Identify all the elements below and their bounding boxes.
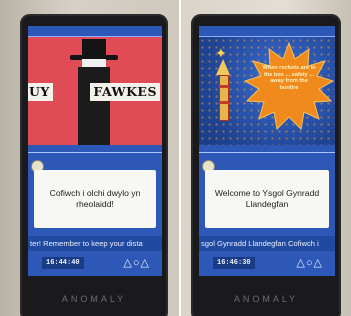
message-box: Cofiwch i olchi dwylo yn rheolaidd! — [34, 170, 156, 228]
status-bar: 16:44:40 △○△ — [28, 253, 162, 273]
burst-text: When rockets are in the box ... safety .… — [262, 65, 316, 91]
kiosk-frame: UY FAWKES Cofiwch i olchi dwylo yn rheol… — [20, 14, 168, 316]
rocket-stripe — [219, 101, 229, 104]
screen-top-band — [199, 26, 335, 37]
photo-right: ✦ When rockets are in the box ... safety… — [181, 0, 351, 316]
screen-top-band — [28, 26, 162, 37]
clock: 16:46:30 — [213, 257, 255, 269]
message-zone: Cofiwch i olchi dwylo yn rheolaidd! — [28, 146, 162, 234]
rocket-stripe — [219, 85, 229, 88]
news-ticker: ter! Remember to keep your dista — [28, 236, 162, 251]
kiosk-frame: ✦ When rockets are in the box ... safety… — [191, 14, 341, 316]
starburst-icon: When rockets are in the box ... safety .… — [243, 41, 335, 133]
clock: 16:44:40 — [42, 257, 84, 269]
banner-right-text: FAWKES — [90, 83, 160, 101]
control-shapes-icon[interactable]: △○△ — [296, 256, 323, 270]
divider-line — [28, 152, 162, 153]
cloak — [78, 67, 110, 145]
kiosk-screen: ✦ When rockets are in the box ... safety… — [199, 26, 335, 276]
news-ticker: sgol Gynradd Llandegfan Cofiwch i — [199, 236, 335, 251]
message-text: Cofiwch i olchi dwylo yn rheolaidd! — [49, 188, 141, 209]
kiosk-screen: UY FAWKES Cofiwch i olchi dwylo yn rheol… — [28, 26, 162, 276]
brand-label: ANOMALY — [233, 294, 299, 304]
rocket-nose — [216, 59, 230, 75]
rocket-icon — [219, 75, 229, 121]
guy-fawkes-banner: UY FAWKES — [28, 83, 160, 101]
photo-left: UY FAWKES Cofiwch i olchi dwylo yn rheol… — [0, 0, 179, 316]
message-text: Welcome to Ysgol Gynradd Llandegfan — [214, 188, 320, 209]
guy-fawkes-artwork: UY FAWKES — [28, 37, 162, 145]
status-bar: 16:46:30 △○△ — [199, 253, 335, 273]
brand-label: ANOMALY — [61, 294, 127, 304]
hat-icon — [82, 39, 106, 56]
divider-line — [199, 152, 335, 153]
message-zone: Welcome to Ysgol Gynradd Llandegfan — [199, 146, 335, 234]
control-shapes-icon[interactable]: △○△ — [123, 256, 150, 270]
ticker-text: sgol Gynradd Llandegfan Cofiwch i — [201, 239, 319, 248]
ticker-text: ter! Remember to keep your dista — [30, 239, 143, 248]
message-box: Welcome to Ysgol Gynradd Llandegfan — [205, 170, 329, 228]
firework-safety-artwork: ✦ When rockets are in the box ... safety… — [199, 37, 335, 145]
banner-left-text: UY — [28, 83, 53, 101]
